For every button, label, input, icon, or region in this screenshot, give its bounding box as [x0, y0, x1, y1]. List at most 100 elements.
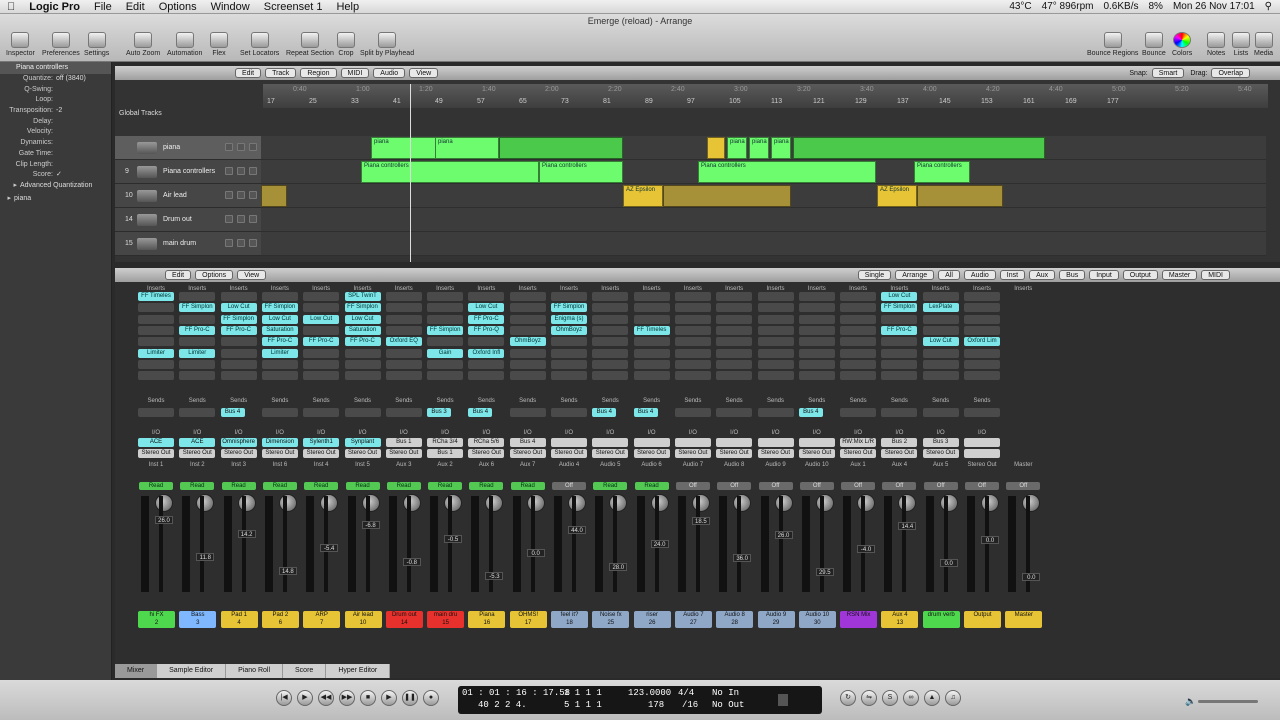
- filter-midi[interactable]: MIDI: [1201, 270, 1230, 280]
- track-name-label[interactable]: Audio 8 28: [716, 611, 754, 628]
- input-slot[interactable]: RW:Mix L/R: [840, 438, 877, 447]
- insert-slot[interactable]: FF Pro-C: [179, 325, 216, 335]
- preferences-button[interactable]: Preferences: [42, 32, 80, 57]
- region[interactable]: piana: [771, 137, 791, 159]
- output-slot[interactable]: Stereo Out: [633, 449, 670, 458]
- pan-knob[interactable]: [650, 494, 669, 512]
- empty-insert-slot[interactable]: [798, 337, 835, 347]
- region[interactable]: piana: [371, 137, 436, 159]
- empty-insert-slot[interactable]: [303, 348, 340, 358]
- go-to-start-button[interactable]: |◀: [276, 690, 292, 706]
- filter-output[interactable]: Output: [1122, 270, 1158, 280]
- input-slot[interactable]: ACE: [179, 438, 216, 447]
- volume-fader[interactable]: [861, 496, 866, 592]
- empty-insert-slot[interactable]: [138, 359, 174, 369]
- volume-fader[interactable]: [778, 496, 783, 592]
- volume-fader[interactable]: [695, 496, 700, 592]
- automation-mode[interactable]: Read: [634, 482, 669, 490]
- input-slot[interactable]: RCha 5/6: [468, 438, 505, 447]
- empty-insert-slot[interactable]: [385, 292, 422, 301]
- empty-insert-slot[interactable]: [427, 303, 464, 313]
- bounce-regions-button[interactable]: Bounce Regions: [1087, 32, 1138, 57]
- track-lane[interactable]: Piana controllers Piana controllers Piana …: [261, 160, 1266, 184]
- pan-knob[interactable]: [981, 494, 999, 512]
- output-slot[interactable]: Stereo Out: [303, 449, 340, 458]
- empty-insert-slot[interactable]: [757, 314, 794, 324]
- empty-send-slot[interactable]: [964, 408, 1000, 417]
- search-icon[interactable]: ⚲: [1265, 1, 1272, 12]
- empty-insert-slot[interactable]: [385, 348, 422, 358]
- send-slot[interactable]: Bus 4: [798, 408, 823, 417]
- automation-mode[interactable]: Read: [428, 482, 463, 490]
- region[interactable]: [793, 137, 1045, 159]
- empty-insert-slot[interactable]: [179, 371, 216, 381]
- mute-button[interactable]: [225, 239, 233, 247]
- empty-insert-slot[interactable]: [427, 337, 464, 347]
- automation-mode[interactable]: Read: [304, 482, 339, 490]
- empty-insert-slot[interactable]: [385, 325, 422, 335]
- arrange-menu-track[interactable]: Track: [265, 68, 297, 78]
- input-slot[interactable]: Bus 3: [922, 438, 959, 447]
- volume-fader[interactable]: [613, 496, 618, 592]
- track-name-label[interactable]: Output: [964, 611, 1001, 628]
- empty-insert-slot[interactable]: [716, 371, 753, 381]
- input-slot[interactable]: Bus 4: [509, 438, 546, 447]
- empty-insert-slot[interactable]: [551, 348, 587, 358]
- insert-slot[interactable]: LexPlate: [922, 303, 959, 313]
- region[interactable]: Piana controllers: [361, 161, 539, 183]
- empty-insert-slot[interactable]: [468, 371, 505, 381]
- empty-send-slot[interactable]: [303, 408, 340, 417]
- track-name-label[interactable]: riser 26: [633, 611, 671, 628]
- empty-insert-slot[interactable]: [303, 303, 340, 313]
- arrange-menu-region[interactable]: Region: [300, 68, 337, 78]
- empty-send-slot[interactable]: [509, 408, 546, 417]
- filter-aux[interactable]: Aux: [1029, 270, 1056, 280]
- pan-knob[interactable]: [485, 494, 504, 512]
- snap-select[interactable]: Smart: [1151, 68, 1185, 78]
- menu-edit[interactable]: Edit: [126, 1, 145, 13]
- insert-slot[interactable]: Gain: [427, 348, 464, 358]
- empty-insert-slot[interactable]: [798, 303, 835, 313]
- automation-button[interactable]: Automation: [167, 32, 202, 57]
- input-slot[interactable]: RCha 3/4: [427, 438, 464, 447]
- volume-fader[interactable]: [448, 496, 453, 592]
- output-slot[interactable]: Stereo Out: [881, 449, 918, 458]
- send-slot[interactable]: Bus 4: [220, 408, 245, 417]
- send-slot[interactable]: Bus 4: [592, 408, 617, 417]
- empty-insert-slot[interactable]: [138, 337, 174, 347]
- region[interactable]: Piana controllers: [539, 161, 623, 183]
- pan-knob[interactable]: [278, 494, 297, 512]
- menu-help[interactable]: Help: [336, 1, 359, 13]
- empty-insert-slot[interactable]: [592, 359, 629, 369]
- track-name-label[interactable]: RSN Mix: [840, 611, 878, 628]
- empty-insert-slot[interactable]: [261, 292, 298, 301]
- solo-button[interactable]: [237, 167, 245, 175]
- arrange-menu-audio[interactable]: Audio: [373, 68, 406, 78]
- mixer-menu-options[interactable]: Options: [195, 270, 234, 280]
- track-lane[interactable]: [261, 208, 1266, 232]
- insert-slot[interactable]: Limiter: [261, 348, 298, 358]
- pan-knob[interactable]: [939, 494, 958, 512]
- pan-knob[interactable]: [691, 494, 710, 512]
- empty-insert-slot[interactable]: [798, 359, 835, 369]
- output-slot[interactable]: Stereo Out: [716, 449, 753, 458]
- empty-insert-slot[interactable]: [220, 348, 257, 358]
- menu-options[interactable]: Options: [159, 1, 197, 13]
- volume-fader[interactable]: [159, 496, 163, 592]
- automation-mode[interactable]: Read: [221, 482, 256, 490]
- metronome-button[interactable]: ▲: [924, 690, 940, 706]
- empty-insert-slot[interactable]: [881, 371, 918, 381]
- empty-insert-slot[interactable]: [220, 292, 257, 301]
- track-lane[interactable]: [261, 232, 1266, 256]
- empty-insert-slot[interactable]: [716, 337, 753, 347]
- empty-insert-slot[interactable]: [509, 359, 546, 369]
- empty-send-slot[interactable]: [179, 408, 216, 417]
- automation-mode[interactable]: Read: [386, 482, 421, 490]
- pan-knob[interactable]: [733, 494, 752, 512]
- empty-insert-slot[interactable]: [674, 292, 711, 301]
- split-button[interactable]: Split by Playhead: [360, 32, 414, 57]
- insert-slot[interactable]: FF Pro-Q: [468, 325, 505, 335]
- insert-slot[interactable]: FF Pro-C: [881, 325, 918, 335]
- pan-knob[interactable]: [774, 494, 793, 512]
- empty-insert-slot[interactable]: [220, 359, 257, 369]
